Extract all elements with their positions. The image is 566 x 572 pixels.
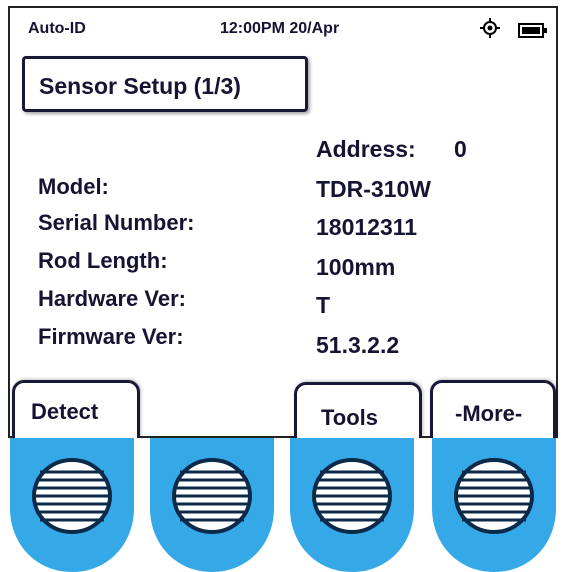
tools-softkey[interactable]: Tools (294, 382, 422, 438)
address-value: 0 (454, 136, 467, 162)
battery-icon (518, 23, 547, 38)
firmware-ver-label: Firmware Ver: (38, 324, 184, 349)
tools-softkey-label: Tools (321, 405, 379, 430)
hardware-ver-label: Hardware Ver: (38, 286, 186, 311)
hardware-ver-value: T (316, 292, 331, 318)
serial-number-value: 18012311 (316, 214, 418, 240)
page-title-text: Sensor Setup (1/3) (39, 73, 241, 99)
page-title: Sensor Setup (1/3) (22, 56, 308, 112)
more-softkey-label: -More- (455, 401, 523, 426)
rod-length-value: 100mm (316, 254, 396, 280)
address-label: Address: (316, 136, 416, 162)
model-label: Model: (38, 174, 109, 199)
hardware-button-1[interactable] (6, 438, 138, 572)
rod-length-label: Rod Length: (38, 248, 168, 273)
status-bar: Auto-ID 12:00PM 20/Apr (10, 8, 556, 46)
hardware-button-2[interactable] (146, 438, 278, 572)
datetime-label: 12:00PM 20/Apr (220, 20, 340, 37)
device-screen: Auto-ID 12:00PM 20/Apr Sensor Setup (1/3… (8, 6, 558, 438)
firmware-ver-value: 51.3.2.2 (316, 332, 400, 358)
detect-softkey-label: Detect (31, 399, 99, 424)
model-value: TDR-310W (316, 176, 432, 202)
hardware-button-3[interactable] (286, 438, 418, 572)
serial-number-label: Serial Number: (38, 210, 195, 235)
target-icon (480, 18, 500, 38)
hardware-button-4[interactable] (428, 438, 560, 572)
detect-softkey[interactable]: Detect (12, 380, 140, 438)
mode-label: Auto-ID (28, 20, 86, 37)
more-softkey[interactable]: -More- (430, 380, 556, 438)
